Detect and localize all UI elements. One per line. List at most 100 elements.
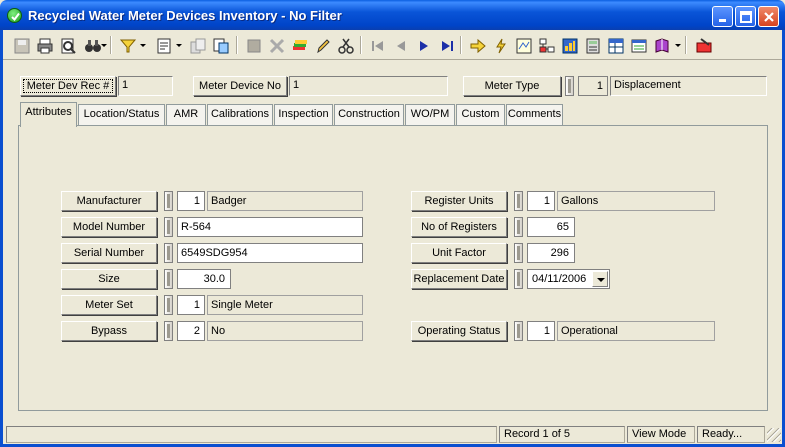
register-units-code[interactable]: 1	[527, 191, 555, 211]
meter-set-lookup-handle[interactable]	[164, 295, 173, 315]
filter-button[interactable]	[116, 34, 138, 56]
tab-construction[interactable]: Construction	[334, 104, 404, 125]
tab-attributes[interactable]: Attributes	[20, 102, 77, 127]
manufacturer-code[interactable]: 1	[177, 191, 205, 211]
operating-status-lookup-handle[interactable]	[514, 321, 523, 341]
tab-inspection[interactable]: Inspection	[274, 104, 333, 125]
goto-button[interactable]	[466, 34, 488, 56]
meter-type-button[interactable]: Meter Type	[463, 76, 561, 96]
find-button[interactable]	[81, 34, 103, 56]
tab-location-status[interactable]: Location/Status	[78, 104, 165, 125]
manufacturer-lookup-handle[interactable]	[164, 191, 173, 211]
print-button[interactable]	[33, 34, 55, 56]
grid-icon	[608, 38, 624, 54]
book-icon	[655, 38, 669, 53]
meter-type-code: 1	[578, 76, 608, 96]
stop-button[interactable]	[242, 34, 264, 56]
chart-button[interactable]	[558, 34, 580, 56]
replacement-date-handle[interactable]	[514, 269, 523, 289]
size-button[interactable]: Size	[61, 269, 157, 289]
meter-set-desc: Single Meter	[207, 295, 363, 315]
close-button[interactable]	[758, 6, 779, 27]
first-record-button[interactable]	[366, 34, 388, 56]
delete-button[interactable]	[265, 34, 287, 56]
manufacturer-button[interactable]: Manufacturer	[61, 191, 157, 211]
hierarchy-button[interactable]	[535, 34, 557, 56]
exit-button[interactable]	[692, 34, 714, 56]
minimize-button[interactable]	[712, 6, 733, 27]
previous-record-button[interactable]	[389, 34, 411, 56]
window-button[interactable]	[627, 34, 649, 56]
tab-wo-pm[interactable]: WO/PM	[405, 104, 455, 125]
tab-amr[interactable]: AMR	[166, 104, 206, 125]
book-dropdown-icon[interactable]	[675, 44, 681, 47]
operating-status-code[interactable]: 1	[527, 321, 555, 341]
tab-calibrations[interactable]: Calibrations	[207, 104, 273, 125]
tab-custom[interactable]: Custom	[456, 104, 505, 125]
calculator-button[interactable]	[581, 34, 603, 56]
resize-grip[interactable]	[767, 428, 781, 442]
chevron-down-icon[interactable]	[592, 271, 608, 287]
no-of-registers-button[interactable]: No of Registers	[411, 217, 507, 237]
window-title: Recycled Water Meter Devices Inventory -…	[28, 8, 342, 23]
no-of-registers-input[interactable]: 65	[527, 217, 575, 237]
pencil-icon	[317, 39, 330, 54]
bypass-lookup-handle[interactable]	[164, 321, 173, 341]
maximize-button[interactable]	[735, 6, 756, 27]
cut-button[interactable]	[334, 34, 356, 56]
register-units-desc: Gallons	[557, 191, 715, 211]
report-dropdown-icon[interactable]	[176, 44, 182, 47]
unit-factor-input[interactable]: 296	[527, 243, 575, 263]
meter-device-no-button[interactable]: Meter Device No	[193, 76, 287, 96]
stack-icon	[293, 40, 307, 50]
status-message	[6, 426, 497, 443]
save-button[interactable]	[10, 34, 32, 56]
meter-set-code[interactable]: 1	[177, 295, 205, 315]
meter-dev-rec-button[interactable]: Meter Dev Rec #	[20, 76, 116, 96]
bypass-code[interactable]: 2	[177, 321, 205, 341]
meter-type-lookup-handle[interactable]	[565, 76, 574, 96]
model-number-input[interactable]: R-564	[177, 217, 363, 237]
serial-number-button[interactable]: Serial Number	[61, 243, 157, 263]
map-button[interactable]	[512, 34, 534, 56]
export-button[interactable]	[209, 34, 231, 56]
lightning-icon	[496, 38, 506, 54]
copy-icon	[190, 38, 206, 54]
tab-comments[interactable]: Comments	[506, 104, 563, 125]
next-record-button[interactable]	[412, 34, 434, 56]
edit-button[interactable]	[311, 34, 333, 56]
last-record-button[interactable]	[435, 34, 457, 56]
meter-set-button[interactable]: Meter Set	[61, 295, 157, 315]
export-icon	[213, 38, 229, 54]
grid-button[interactable]	[604, 34, 626, 56]
replacement-date-button[interactable]: Replacement Date	[411, 269, 507, 289]
print-preview-button[interactable]	[56, 34, 78, 56]
model-number-button[interactable]: Model Number	[61, 217, 157, 237]
model-number-handle[interactable]	[164, 217, 173, 237]
serial-number-handle[interactable]	[164, 243, 173, 263]
minimize-icon	[719, 19, 726, 22]
delete-icon	[269, 38, 285, 54]
stack-button[interactable]	[288, 34, 310, 56]
report-button[interactable]	[152, 34, 174, 56]
bypass-button[interactable]: Bypass	[61, 321, 157, 341]
unit-factor-handle[interactable]	[514, 243, 523, 263]
status-mode: View Mode	[627, 426, 695, 443]
close-icon	[764, 12, 774, 22]
meter-dev-rec-field: 1	[118, 76, 173, 96]
serial-number-input[interactable]: 6549SDG954	[177, 243, 363, 263]
quick-action-button[interactable]	[489, 34, 511, 56]
register-units-lookup-handle[interactable]	[514, 191, 523, 211]
map-icon	[516, 38, 532, 54]
size-handle[interactable]	[164, 269, 173, 289]
book-button[interactable]	[650, 34, 672, 56]
find-dropdown-icon[interactable]	[101, 44, 107, 47]
operating-status-button[interactable]: Operating Status	[411, 321, 507, 341]
next-icon	[420, 41, 428, 51]
filter-dropdown-icon[interactable]	[140, 44, 146, 47]
register-units-button[interactable]: Register Units	[411, 191, 507, 211]
copy-button[interactable]	[186, 34, 208, 56]
unit-factor-button[interactable]: Unit Factor	[411, 243, 507, 263]
size-input[interactable]: 30.0	[177, 269, 231, 289]
no-of-registers-handle[interactable]	[514, 217, 523, 237]
